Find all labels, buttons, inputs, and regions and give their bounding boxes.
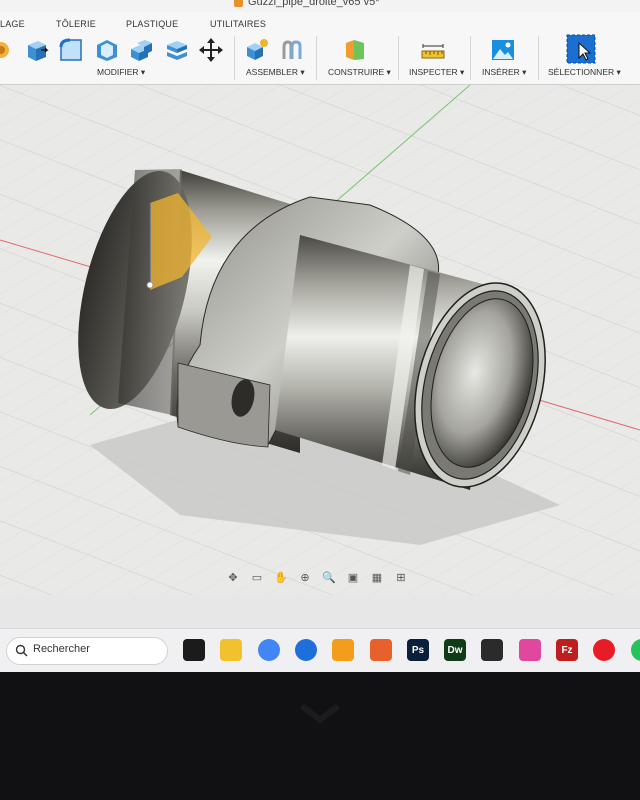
viewports-icon[interactable]: ⊞ bbox=[390, 567, 412, 587]
photoshop-label: Ps bbox=[411, 644, 425, 656]
monitor-bezel bbox=[0, 672, 640, 800]
modify-menu[interactable]: MODIFIER ▾ bbox=[97, 67, 145, 78]
search-icon bbox=[15, 644, 28, 657]
select-icon[interactable] bbox=[566, 34, 596, 64]
search-input[interactable] bbox=[33, 643, 158, 655]
pan-icon[interactable]: ✋ bbox=[270, 567, 292, 587]
partial-tool-icon[interactable] bbox=[0, 37, 14, 63]
dreamweaver-icon[interactable]: Dw bbox=[444, 639, 466, 661]
new-component-icon[interactable] bbox=[244, 37, 270, 63]
whatsapp-icon[interactable] bbox=[631, 639, 640, 661]
separator bbox=[316, 36, 317, 80]
shell-icon[interactable] bbox=[94, 37, 120, 63]
zoom-icon[interactable]: 🔍 bbox=[318, 567, 340, 587]
assemble-menu[interactable]: ASSEMBLER ▾ bbox=[246, 67, 305, 78]
orbit-icon[interactable]: ✥ bbox=[222, 567, 244, 587]
3d-viewport[interactable] bbox=[0, 85, 640, 595]
fusion-360-icon[interactable] bbox=[370, 639, 392, 661]
press-pull-icon[interactable] bbox=[24, 37, 50, 63]
joint-icon[interactable] bbox=[278, 37, 304, 63]
fillet-icon[interactable] bbox=[58, 37, 84, 63]
combine-icon[interactable] bbox=[128, 37, 154, 63]
opera-icon[interactable] bbox=[593, 639, 615, 661]
fusion-window: Guzzi_pipe_droite_v65 v5* LAGE TÔLERIE P… bbox=[0, 0, 640, 672]
inkscape-icon[interactable] bbox=[481, 639, 503, 661]
tab-tolerie[interactable]: TÔLERIE bbox=[56, 19, 96, 29]
document-title: Guzzi_pipe_droite_v65 v5* bbox=[248, 0, 380, 8]
title-bar: Guzzi_pipe_droite_v65 v5* bbox=[0, 0, 640, 12]
separator bbox=[234, 36, 235, 80]
look-at-icon[interactable]: ▭ bbox=[246, 567, 268, 587]
monitor-logo-icon bbox=[300, 703, 340, 724]
display-settings-icon[interactable]: ▣ bbox=[342, 567, 364, 587]
file-explorer-icon[interactable] bbox=[220, 639, 242, 661]
filezilla-icon[interactable]: Fz bbox=[556, 639, 578, 661]
filezilla-label: Fz bbox=[561, 644, 573, 656]
app-pink-icon[interactable] bbox=[519, 639, 541, 661]
tab-lage[interactable]: LAGE bbox=[0, 19, 25, 29]
offset-face-icon[interactable] bbox=[164, 37, 190, 63]
grid-settings-icon[interactable]: ▦ bbox=[366, 567, 388, 587]
construct-menu[interactable]: CONSTRUIRE ▾ bbox=[328, 67, 391, 78]
separator bbox=[538, 36, 539, 80]
construct-plane-icon[interactable] bbox=[342, 37, 368, 63]
task-view-icon[interactable] bbox=[183, 639, 205, 661]
paint-app-icon[interactable] bbox=[332, 639, 354, 661]
insert-image-icon[interactable] bbox=[490, 37, 516, 63]
tab-utilitaires[interactable]: UTILITAIRES bbox=[210, 19, 266, 29]
document-icon bbox=[234, 0, 243, 7]
dreamweaver-label: Dw bbox=[447, 644, 463, 656]
tab-plastique[interactable]: PLASTIQUE bbox=[126, 19, 178, 29]
taskbar-search[interactable] bbox=[6, 637, 168, 665]
inspect-menu[interactable]: INSPECTER ▾ bbox=[409, 67, 464, 78]
select-menu[interactable]: SÉLECTIONNER ▾ bbox=[548, 67, 621, 78]
windows-taskbar: Ps Dw Fz bbox=[0, 628, 640, 672]
toolbar-ribbon: LAGE TÔLERIE PLASTIQUE UTILITAIRES MODIF… bbox=[0, 12, 640, 85]
separator bbox=[470, 36, 471, 80]
photoshop-icon[interactable]: Ps bbox=[407, 639, 429, 661]
navigation-toolbar: ✥ ▭ ✋ ⊕ 🔍 ▣ ▦ ⊞ bbox=[222, 566, 412, 588]
measure-icon[interactable] bbox=[420, 37, 446, 63]
origin-point bbox=[146, 281, 154, 289]
edge-sync-icon[interactable] bbox=[295, 639, 317, 661]
insert-menu[interactable]: INSÉRER ▾ bbox=[482, 67, 526, 78]
zoom-window-icon[interactable]: ⊕ bbox=[294, 567, 316, 587]
move-icon[interactable] bbox=[198, 37, 224, 63]
chrome-icon[interactable] bbox=[258, 639, 280, 661]
separator bbox=[398, 36, 399, 80]
